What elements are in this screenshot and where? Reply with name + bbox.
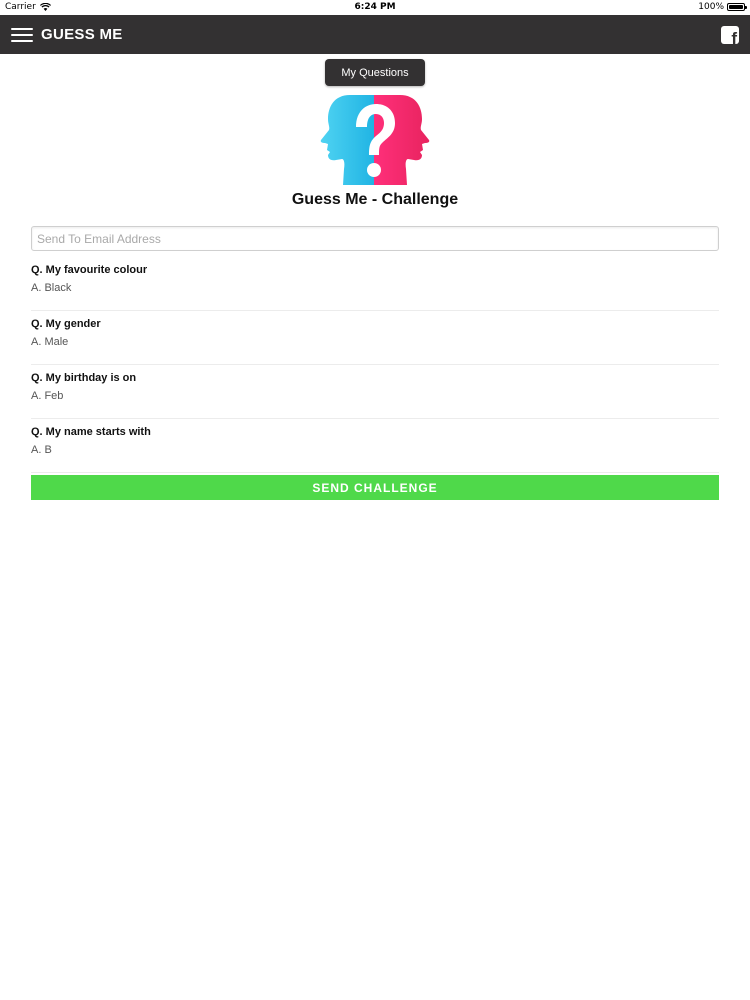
answer-text: A. B [31, 444, 52, 456]
question-text: Q. My name starts with [31, 426, 151, 438]
question-text: Q. My birthday is on [31, 372, 137, 384]
email-input[interactable] [31, 226, 719, 251]
battery-percent: 100% [698, 2, 724, 12]
my-questions-button[interactable]: My Questions [325, 59, 425, 86]
answer-text: A. Feb [31, 390, 64, 402]
question-text: Q. My gender [31, 318, 101, 330]
facebook-icon[interactable]: f [721, 26, 739, 44]
answer-text: A. Male [31, 336, 69, 348]
status-right: 100% [698, 2, 747, 12]
hamburger-menu-icon[interactable] [11, 28, 33, 42]
page-title: Guess Me - Challenge [291, 191, 459, 208]
navbar: GUESS ME f [0, 15, 750, 54]
app-title: GUESS ME [41, 26, 123, 43]
question-mark-faces-logo [320, 95, 430, 185]
status-time: 6:24 PM [354, 2, 396, 12]
battery-fill [729, 5, 743, 9]
question-list: Q. My favourite colour A. Black Q. My ge… [31, 257, 719, 473]
question-text: Q. My favourite colour [31, 264, 148, 276]
send-challenge-button[interactable]: SEND CHALLENGE [31, 475, 719, 500]
answer-text: A. Black [31, 282, 72, 294]
status-bar: Carrier 6:24 PM 100% [0, 0, 750, 15]
battery-icon [727, 3, 747, 11]
question-item: Q. My birthday is on A. Feb [31, 365, 719, 419]
question-item: Q. My name starts with A. B [31, 419, 719, 473]
question-item: Q. My favourite colour A. Black [31, 257, 719, 311]
question-item: Q. My gender A. Male [31, 311, 719, 365]
